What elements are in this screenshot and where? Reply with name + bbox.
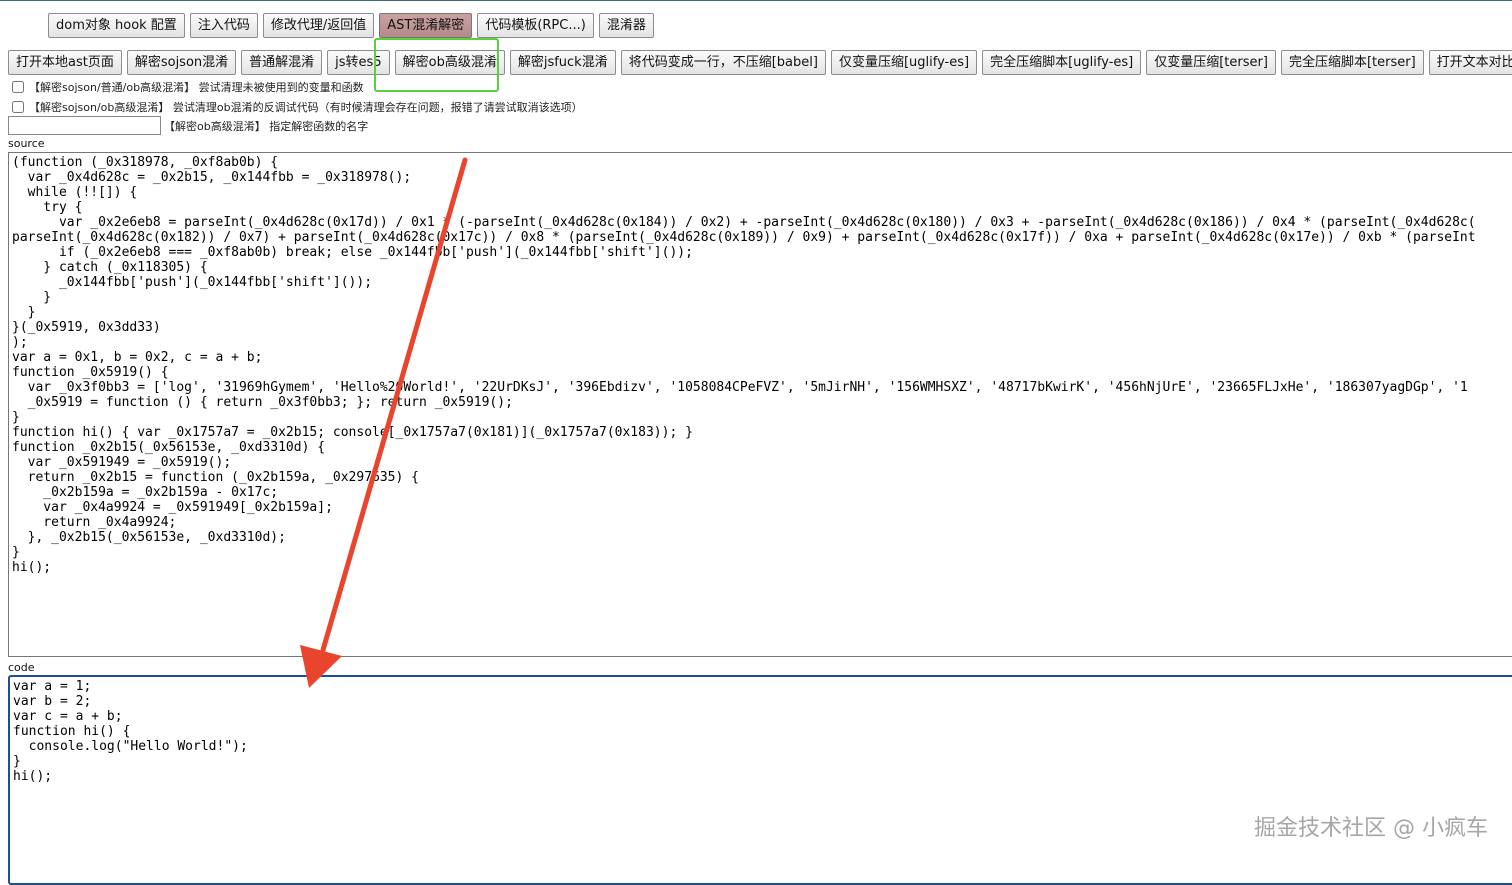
ast-toolbar: 打开本地ast页面 解密sojson混淆 普通解混淆 js转es5 解密ob高级… (8, 50, 1512, 75)
decrypt-sojson-button[interactable]: 解密sojson混淆 (126, 50, 237, 75)
option-clean-antidebug[interactable]: 【解密sojson/ob高级混淆】 尝试清理ob混淆的反调试代码（有时候清理会存… (10, 99, 583, 115)
open-local-ast-button[interactable]: 打开本地ast页面 (8, 50, 122, 75)
top-toolbar: dom对象 hook 配置 注入代码 修改代理/返回值 AST混淆解密 代码模板… (48, 13, 659, 38)
decrypt-ob-button[interactable]: 解密ob高级混淆 (394, 50, 505, 75)
option-clean-unused[interactable]: 【解密sojson/普通/ob高级混淆】 尝试清理未被使用到的变量和函数 (10, 79, 364, 95)
inject-code-button[interactable]: 注入代码 (189, 13, 258, 38)
code-template-button[interactable]: 代码模板(RPC...) (477, 13, 594, 38)
var-compress-terser-button[interactable]: 仅变量压缩[terser] (1146, 50, 1276, 75)
clean-antidebug-checkbox[interactable] (12, 101, 24, 113)
js-to-es5-button[interactable]: js转es5 (327, 50, 390, 75)
code-label: code (8, 661, 35, 674)
clean-antidebug-label: 【解密sojson/ob高级混淆】 尝试清理ob混淆的反调试代码（有时候清理会存… (29, 101, 583, 114)
one-line-babel-button[interactable]: 将代码变成一行，不压缩[babel] (620, 50, 826, 75)
code-textarea[interactable]: var a = 1; var b = 2; var c = a + b; fun… (8, 675, 1512, 885)
modify-proxy-button[interactable]: 修改代理/返回值 (262, 13, 375, 38)
decrypt-jsfuck-button[interactable]: 解密jsfuck混淆 (509, 50, 616, 75)
normal-deobfuscate-button[interactable]: 普通解混淆 (241, 50, 323, 75)
top-border (0, 0, 1512, 1)
clean-unused-checkbox[interactable] (12, 81, 24, 93)
dom-hook-config-button[interactable]: dom对象 hook 配置 (48, 13, 185, 38)
full-compress-terser-button[interactable]: 完全压缩脚本[terser] (1280, 50, 1424, 75)
decrypt-function-name-input[interactable] (8, 116, 161, 135)
obfuscator-button[interactable]: 混淆器 (598, 13, 654, 38)
source-textarea[interactable]: (function (_0x318978, _0xf8ab0b) { var _… (8, 152, 1512, 657)
open-diff-tool-button[interactable]: 打开文本对比工具 (1428, 50, 1512, 75)
var-compress-uglify-button[interactable]: 仅变量压缩[uglify-es] (830, 50, 978, 75)
watermark: 掘金技术社区 @ 小疯车 (1254, 816, 1488, 841)
ast-deobfuscate-tab-button[interactable]: AST混淆解密 (379, 13, 473, 38)
source-label: source (8, 137, 45, 150)
full-compress-uglify-button[interactable]: 完全压缩脚本[uglify-es] (982, 50, 1142, 75)
clean-unused-label: 【解密sojson/普通/ob高级混淆】 尝试清理未被使用到的变量和函数 (29, 81, 364, 94)
decrypt-function-name-label: 【解密ob高级混淆】 指定解密函数的名字 (164, 120, 369, 133)
